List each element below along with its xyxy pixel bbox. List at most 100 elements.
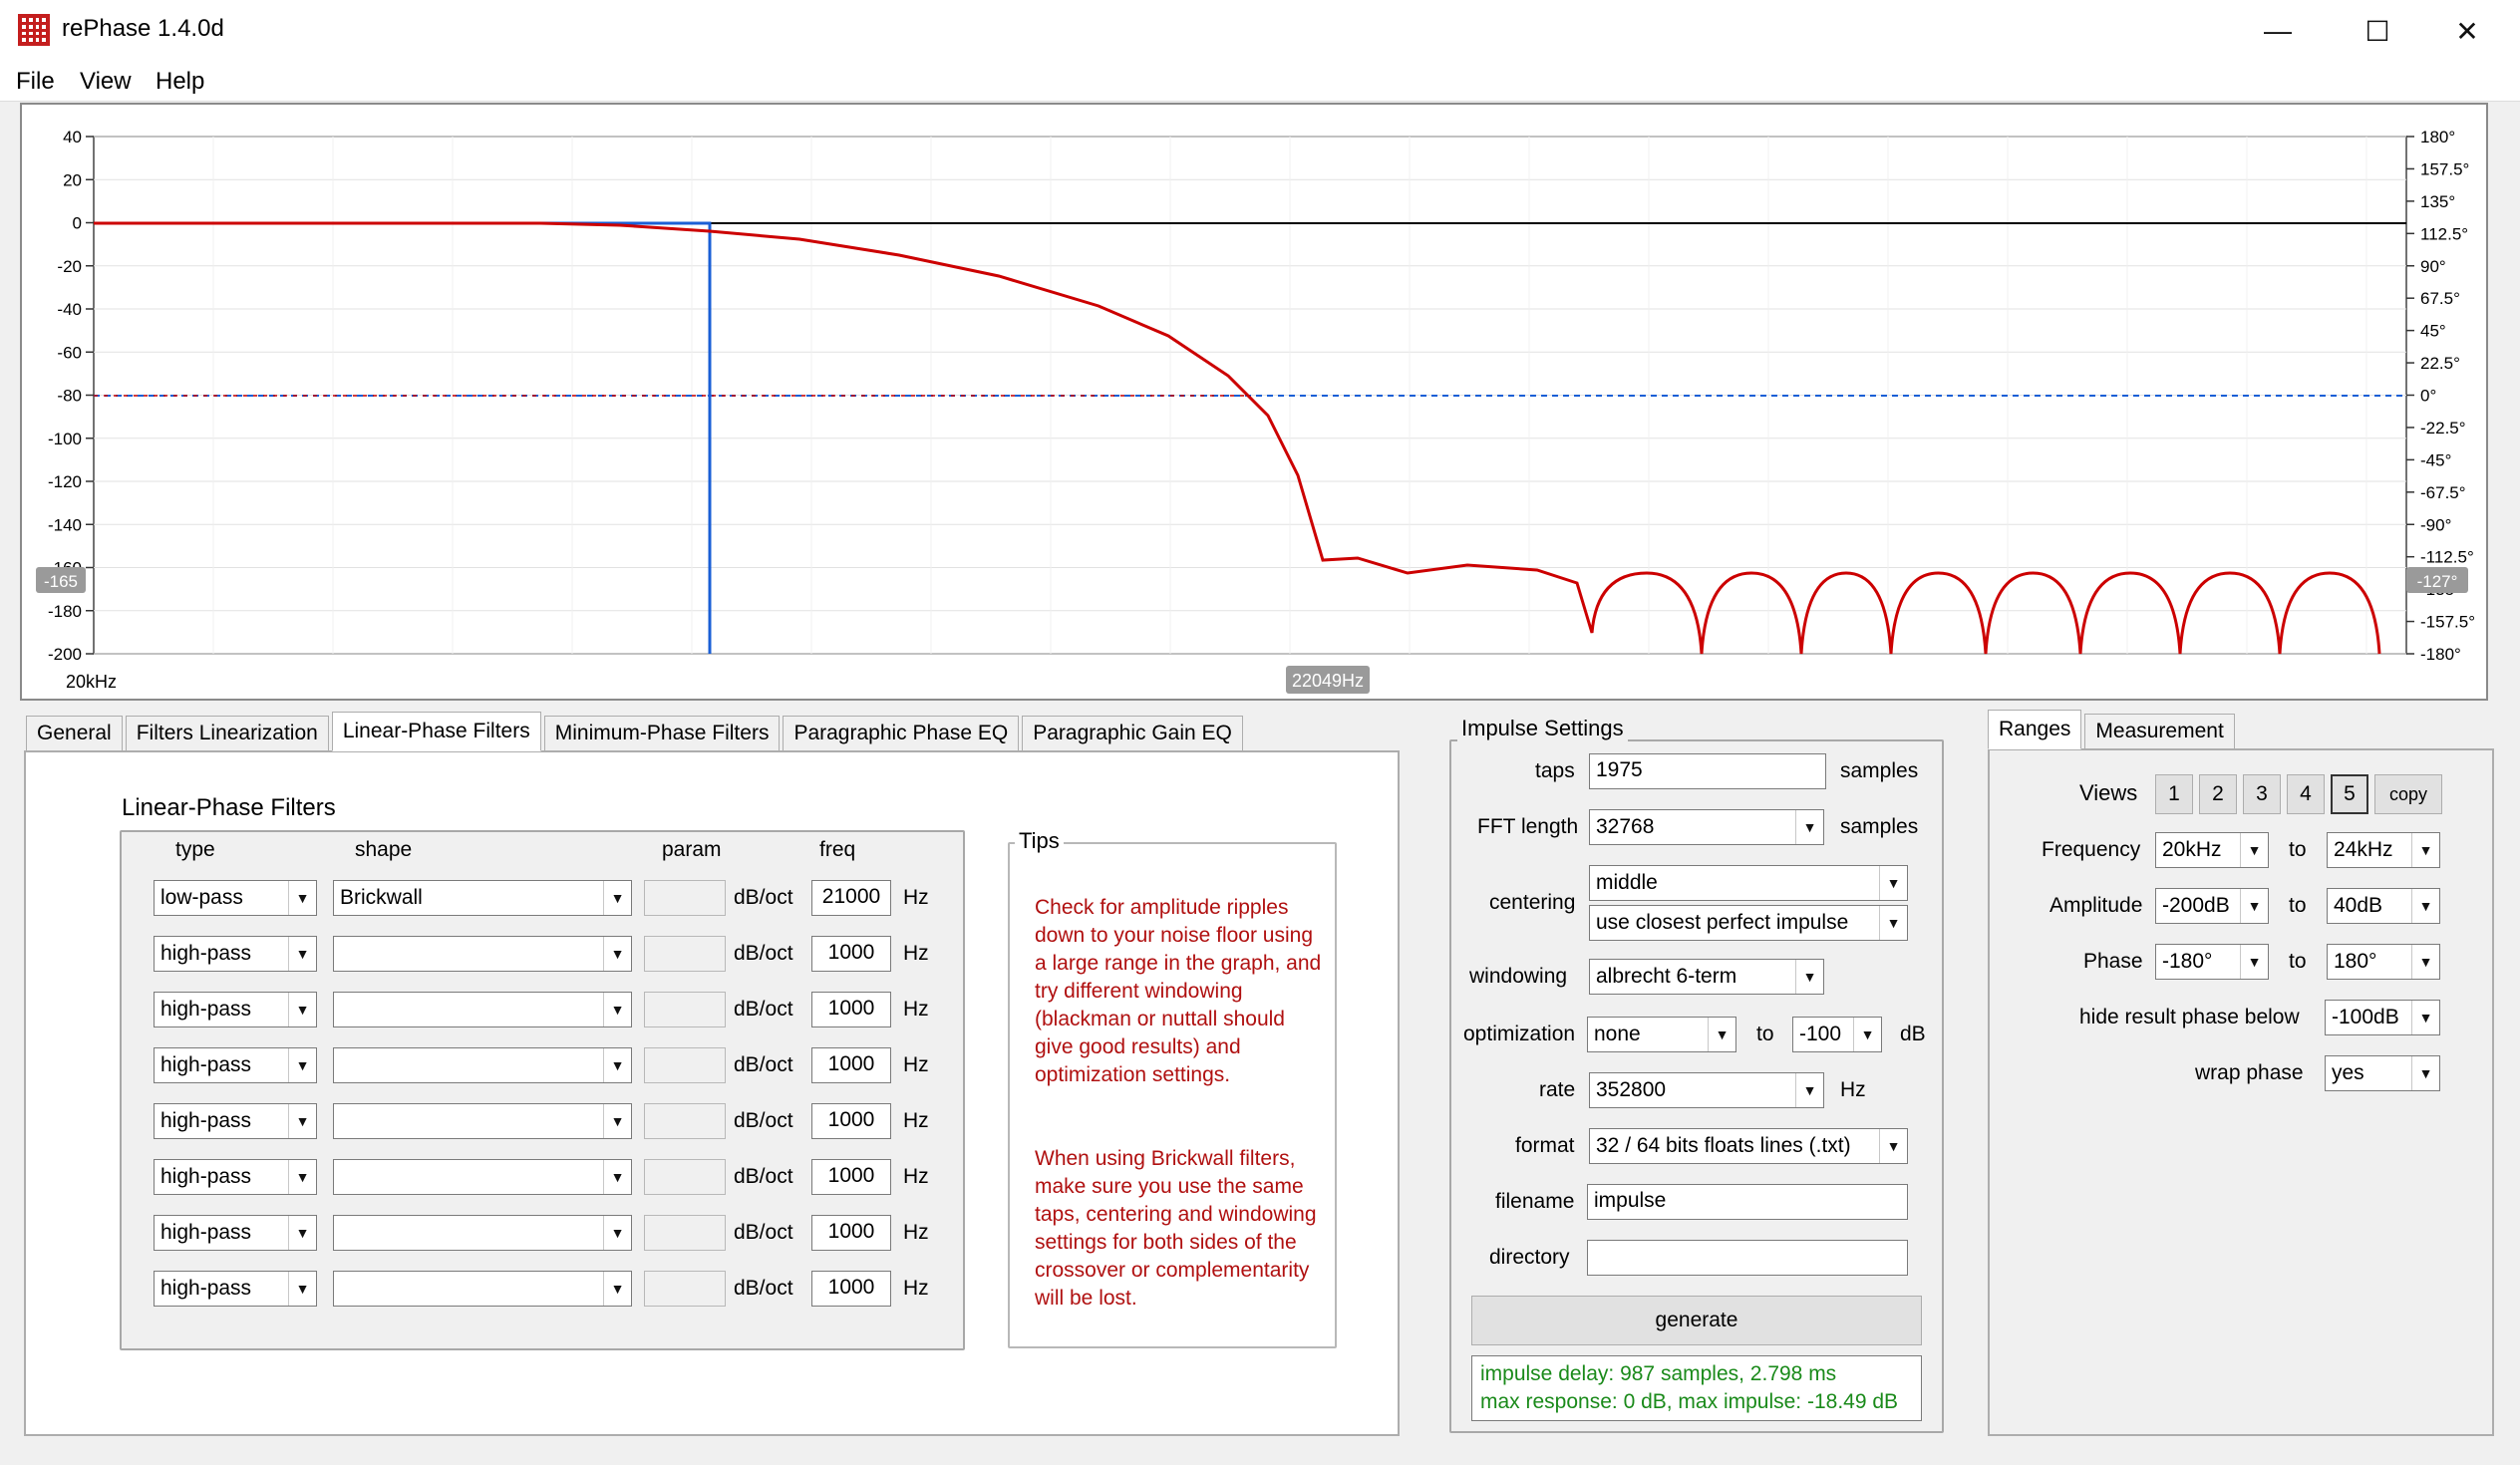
wrap-phase-select[interactable]: yes ▼ <box>2325 1055 2440 1091</box>
filter-freq-input[interactable]: 1000 <box>811 1215 891 1251</box>
filter-param-unit: dB/oct <box>734 1277 793 1300</box>
generate-button[interactable]: generate <box>1471 1296 1922 1345</box>
tab-minimum-phase-filters[interactable]: Minimum-Phase Filters <box>543 716 781 751</box>
menu-view[interactable]: View <box>72 66 140 98</box>
filter-shape-select[interactable]: ▼ <box>333 1047 632 1083</box>
filter-shape-select[interactable]: ▼ <box>333 1103 632 1139</box>
optimization-limit-value: -100 <box>1799 1023 1842 1045</box>
amplitude-to-select[interactable]: 40dB ▼ <box>2327 888 2440 924</box>
filename-input[interactable]: impulse <box>1587 1184 1908 1220</box>
tab-linear-phase-filters[interactable]: Linear-Phase Filters <box>331 712 541 751</box>
filter-param-input[interactable] <box>644 1047 726 1083</box>
tab-filters-linearization[interactable]: Filters Linearization <box>125 716 329 751</box>
filter-freq-unit: Hz <box>903 1053 929 1076</box>
filter-freq-unit: Hz <box>903 886 929 909</box>
menu-help[interactable]: Help <box>148 66 212 98</box>
menu-file[interactable]: File <box>8 66 63 98</box>
filter-shape-select[interactable]: ▼ <box>333 1215 632 1251</box>
view-5-button[interactable]: 5 <box>2331 774 2368 814</box>
phase-to-select[interactable]: 180° ▼ <box>2327 944 2440 980</box>
directory-label: directory <box>1489 1246 1570 1269</box>
filter-freq-unit: Hz <box>903 1221 929 1244</box>
tab-paragraphic-phase-eq[interactable]: Paragraphic Phase EQ <box>783 716 1020 751</box>
fft-select[interactable]: 32768 ▼ <box>1589 809 1824 845</box>
filter-param-input[interactable] <box>644 1271 726 1307</box>
rate-select[interactable]: 352800 ▼ <box>1589 1072 1824 1108</box>
phase-tick-label: -45° <box>2420 450 2451 469</box>
windowing-select[interactable]: albrecht 6-term ▼ <box>1589 959 1824 995</box>
tab-paragraphic-gain-eq[interactable]: Paragraphic Gain EQ <box>1022 716 1243 751</box>
filter-shape-select[interactable]: Brickwall ▼ <box>333 880 632 916</box>
chevron-down-icon: ▼ <box>603 1160 631 1194</box>
filter-param-input[interactable] <box>644 1215 726 1251</box>
filter-freq-input[interactable]: 1000 <box>811 1047 891 1083</box>
filename-label: filename <box>1495 1190 1575 1213</box>
frequency-from-select[interactable]: 20kHz ▼ <box>2155 832 2269 868</box>
filter-type-value: high-pass <box>160 1165 252 1188</box>
rate-label: rate <box>1539 1078 1576 1101</box>
filter-param-input[interactable] <box>644 880 726 916</box>
filter-freq-input[interactable]: 1000 <box>811 936 891 972</box>
filter-shape-select[interactable]: ▼ <box>333 1159 632 1195</box>
copy-view-button[interactable]: copy <box>2374 774 2442 814</box>
maximize-button[interactable]: ☐ <box>2333 8 2422 54</box>
centering-select[interactable]: middle ▼ <box>1589 865 1908 901</box>
format-select[interactable]: 32 / 64 bits floats lines (.txt) ▼ <box>1589 1128 1908 1164</box>
filter-param-input[interactable] <box>644 1159 726 1195</box>
filter-freq-unit: Hz <box>903 942 929 965</box>
cursor-x-value: 22049Hz <box>1292 671 1364 691</box>
header-shape: shape <box>355 838 413 861</box>
cursor-right-value: -127° <box>2417 572 2458 591</box>
filter-param-unit: dB/oct <box>734 886 793 909</box>
minimize-button[interactable]: — <box>2233 8 2323 54</box>
view-4-button[interactable]: 4 <box>2287 774 2325 814</box>
optimization-limit-select[interactable]: -100 ▼ <box>1792 1017 1882 1052</box>
frequency-to-select[interactable]: 24kHz ▼ <box>2327 832 2440 868</box>
filter-type-select[interactable]: high-pass ▼ <box>154 1047 317 1083</box>
centering-mode-select[interactable]: use closest perfect impulse ▼ <box>1589 905 1908 941</box>
filter-freq-input[interactable]: 21000 <box>811 880 891 916</box>
filter-type-select[interactable]: high-pass ▼ <box>154 936 317 972</box>
filter-type-select[interactable]: high-pass ▼ <box>154 1215 317 1251</box>
view-3-button[interactable]: 3 <box>2243 774 2281 814</box>
filter-shape-select[interactable]: ▼ <box>333 936 632 972</box>
filter-param-input[interactable] <box>644 1103 726 1139</box>
rate-value: 352800 <box>1596 1078 1667 1101</box>
filter-freq-input[interactable]: 1000 <box>811 1103 891 1139</box>
ranges-panel: Views 1 2 3 4 5 copy Frequency 20kHz ▼ to… <box>1988 748 2494 1436</box>
tab-ranges[interactable]: Ranges <box>1988 710 2082 749</box>
chevron-down-icon: ▼ <box>288 1216 316 1250</box>
filter-shape-select[interactable]: ▼ <box>333 1271 632 1307</box>
view-2-button[interactable]: 2 <box>2199 774 2237 814</box>
close-button[interactable]: ✕ <box>2422 8 2512 54</box>
filter-shape-select[interactable]: ▼ <box>333 992 632 1027</box>
amplitude-from-select[interactable]: -200dB ▼ <box>2155 888 2269 924</box>
tab-measurement[interactable]: Measurement <box>2084 714 2235 749</box>
filter-freq-input[interactable]: 1000 <box>811 992 891 1027</box>
taps-input[interactable]: 1975 <box>1589 753 1826 789</box>
optimization-select[interactable]: none ▼ <box>1587 1017 1736 1052</box>
frequency-to-value: 24kHz <box>2334 838 2393 861</box>
filter-type-value: high-pass <box>160 1277 252 1300</box>
filter-freq-input[interactable]: 1000 <box>811 1271 891 1307</box>
hide-phase-select[interactable]: -100dB ▼ <box>2325 1000 2440 1035</box>
filter-param-input[interactable] <box>644 992 726 1027</box>
chevron-down-icon: ▼ <box>288 881 316 915</box>
tips-text-2: When using Brickwall filters, make sure … <box>1035 1147 1317 1310</box>
filter-type-select[interactable]: high-pass ▼ <box>154 992 317 1027</box>
filter-type-select[interactable]: high-pass ▼ <box>154 1103 317 1139</box>
tab-general[interactable]: General <box>26 716 123 751</box>
filter-freq-unit: Hz <box>903 1109 929 1132</box>
chevron-down-icon: ▼ <box>603 993 631 1026</box>
view-1-button[interactable]: 1 <box>2155 774 2193 814</box>
filter-type-select[interactable]: high-pass ▼ <box>154 1159 317 1195</box>
amplitude-tick-label: -80 <box>57 387 82 406</box>
filter-param-input[interactable] <box>644 936 726 972</box>
filter-type-select[interactable]: low-pass ▼ <box>154 880 317 916</box>
directory-input[interactable] <box>1587 1240 1908 1276</box>
filter-type-select[interactable]: high-pass ▼ <box>154 1271 317 1307</box>
status-max: max response: 0 dB, max impulse: -18.49 … <box>1480 1390 1899 1413</box>
response-graph[interactable]: 40200-20-40-60-80-100-120-140-160-180-20… <box>20 103 2488 701</box>
phase-from-select[interactable]: -180° ▼ <box>2155 944 2269 980</box>
filter-freq-input[interactable]: 1000 <box>811 1159 891 1195</box>
